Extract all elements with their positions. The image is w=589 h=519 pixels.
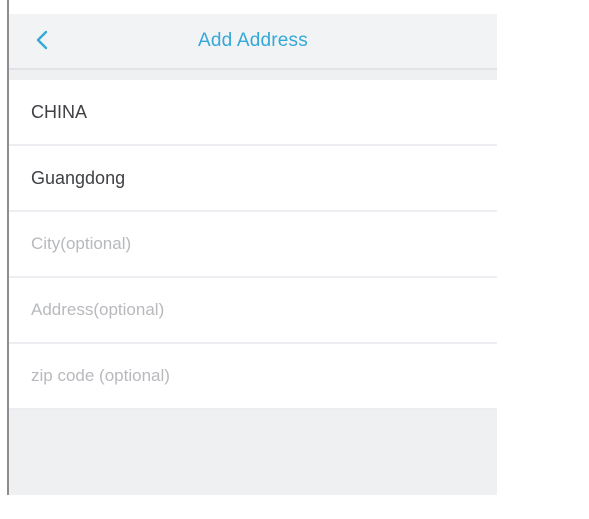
empty-area [9,410,497,495]
address-form: CHINA Guangdong [9,80,497,410]
zip-field-row [9,344,497,410]
province-value: Guangdong [31,167,126,188]
address-input[interactable] [31,300,451,320]
country-value: CHINA [31,101,88,122]
country-field[interactable]: CHINA [9,80,497,146]
province-field[interactable]: Guangdong [9,146,497,212]
page-title: Add Address [198,30,308,51]
city-input[interactable] [31,234,451,254]
address-field-row [9,278,497,344]
zip-code-input[interactable] [31,366,451,386]
navigation-bar: Add Address [9,14,497,70]
section-gap [9,70,497,80]
city-field-row [9,212,497,278]
add-address-screen: Add Address CHINA Guangdong [9,14,497,495]
